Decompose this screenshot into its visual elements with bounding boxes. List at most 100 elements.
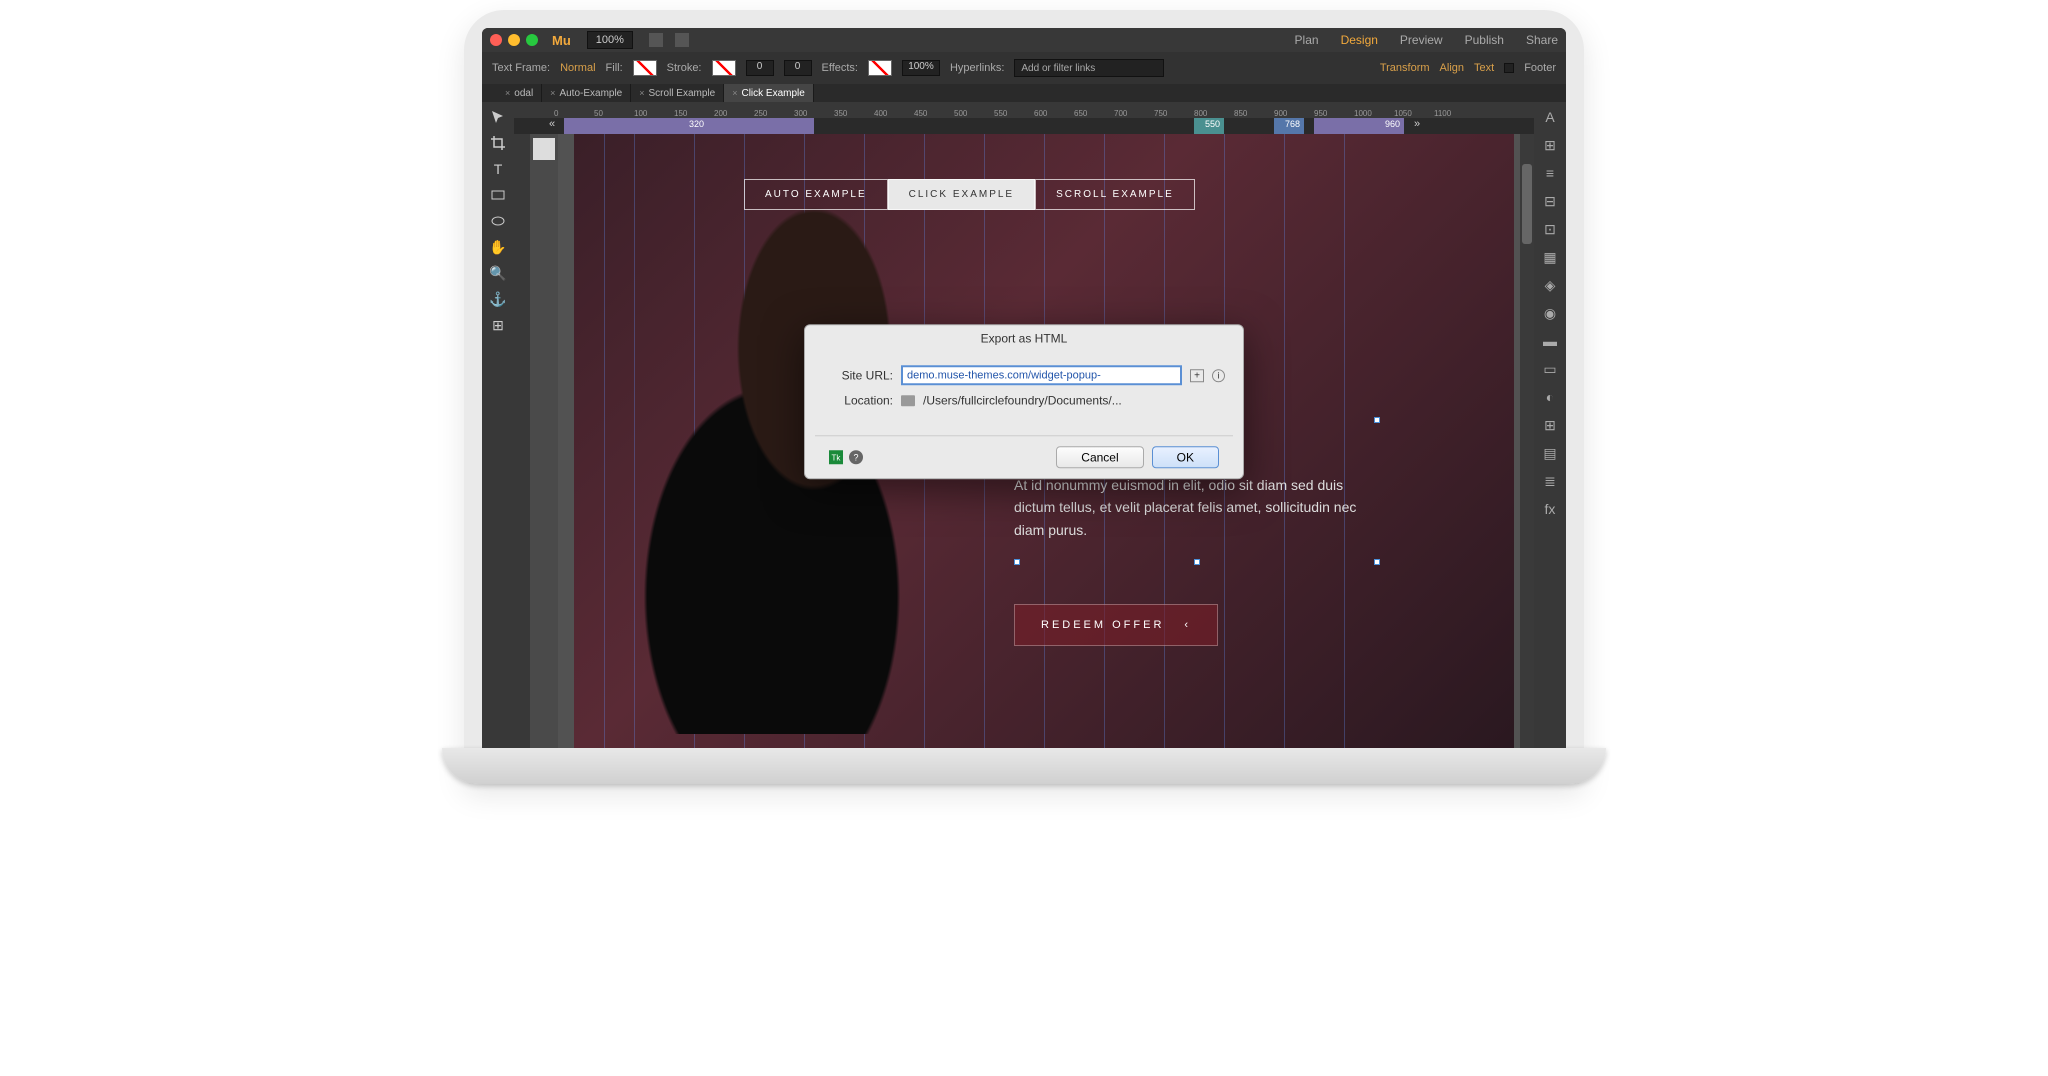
- zoom-dropdown[interactable]: 100%: [587, 31, 633, 49]
- dialog-title: Export as HTML: [805, 325, 1243, 351]
- nav-auto-example[interactable]: AUTO EXAMPLE: [744, 179, 888, 210]
- new-page-icon[interactable]: [649, 33, 663, 47]
- tab-scroll-example[interactable]: ×Scroll Example: [631, 84, 724, 102]
- scroll-effects-icon[interactable]: ≣: [1540, 471, 1560, 491]
- effects-panel-icon[interactable]: fx: [1540, 499, 1560, 519]
- help-icon[interactable]: ?: [849, 450, 863, 464]
- laptop-frame: Mu 100% Plan Design Preview Publish Shar…: [464, 10, 1584, 784]
- corner-radius-input[interactable]: 0: [784, 60, 812, 76]
- bp-label-320: 320: [689, 119, 704, 129]
- close-icon[interactable]: ×: [732, 88, 737, 98]
- anchor-tool[interactable]: ⚓: [488, 289, 508, 309]
- page-thumbnails: [530, 134, 558, 748]
- format-tool[interactable]: ⊞: [488, 315, 508, 335]
- library-panel-icon[interactable]: ▬: [1540, 331, 1560, 351]
- transform-panel-link[interactable]: Transform: [1380, 62, 1430, 74]
- nav-scroll-example[interactable]: SCROLL EXAMPLE: [1035, 179, 1195, 210]
- bp-next-icon[interactable]: »: [1409, 118, 1425, 134]
- layout-icon[interactable]: [675, 33, 689, 47]
- close-icon[interactable]: ×: [505, 88, 510, 98]
- bp-label-550: 550: [1205, 119, 1220, 129]
- ellipse-tool[interactable]: [488, 211, 508, 231]
- bp-prev-icon[interactable]: «: [544, 118, 560, 134]
- location-label: Location:: [823, 393, 893, 407]
- vertical-scrollbar[interactable]: [1520, 134, 1534, 748]
- window-minimize-button[interactable]: [508, 34, 520, 46]
- location-path[interactable]: /Users/fullcirclefoundry/Documents/...: [923, 393, 1122, 407]
- zoom-tool[interactable]: 🔍: [488, 263, 508, 283]
- hand-tool[interactable]: ✋: [488, 237, 508, 257]
- effects-swatch[interactable]: [868, 60, 892, 76]
- footer-label: Footer: [1524, 62, 1556, 74]
- selection-tool[interactable]: [488, 107, 508, 127]
- transform-panel-icon[interactable]: ⊞: [1540, 135, 1560, 155]
- text-panel-icon[interactable]: A: [1540, 107, 1560, 127]
- horizontal-ruler: 0501001502002503003504004505005506006507…: [514, 102, 1534, 118]
- fill-label: Fill:: [606, 62, 623, 74]
- example-nav: AUTO EXAMPLE CLICK EXAMPLE SCROLL EXAMPL…: [744, 179, 1195, 210]
- cancel-button[interactable]: Cancel: [1056, 446, 1143, 468]
- stroke-label: Stroke:: [667, 62, 702, 74]
- tab-modal[interactable]: ×odal: [497, 84, 542, 102]
- stroke-width-input[interactable]: 0: [746, 60, 774, 76]
- window-zoom-button[interactable]: [526, 34, 538, 46]
- tab-click-example[interactable]: ×Click Example: [724, 84, 814, 102]
- app-screen: Mu 100% Plan Design Preview Publish Shar…: [482, 28, 1566, 748]
- effects-label: Effects:: [822, 62, 858, 74]
- mode-plan[interactable]: Plan: [1295, 33, 1319, 47]
- info-icon[interactable]: i: [1212, 369, 1225, 382]
- site-url-input[interactable]: [901, 365, 1182, 385]
- fill-panel-icon[interactable]: ▤: [1540, 443, 1560, 463]
- layers-panel-icon[interactable]: ◈: [1540, 275, 1560, 295]
- mode-preview[interactable]: Preview: [1400, 33, 1443, 47]
- scroll-thumb[interactable]: [1522, 164, 1532, 244]
- assets-panel-icon[interactable]: ▦: [1540, 247, 1560, 267]
- vertical-ruler: [514, 134, 530, 748]
- laptop-base: [442, 748, 1606, 784]
- mode-design[interactable]: Design: [1341, 33, 1378, 47]
- mode-share[interactable]: Share: [1526, 33, 1558, 47]
- ok-button[interactable]: OK: [1152, 446, 1219, 468]
- breakpoint-bar[interactable]: « 320 550 768 960 »: [514, 118, 1534, 134]
- fill-swatch[interactable]: [633, 60, 657, 76]
- close-icon[interactable]: ×: [639, 88, 644, 98]
- bp-label-768: 768: [1285, 119, 1300, 129]
- stroke-swatch[interactable]: [712, 60, 736, 76]
- crop-tool[interactable]: [488, 133, 508, 153]
- body-text[interactable]: At id nonummy euismod in elit, odio sit …: [1014, 474, 1374, 541]
- add-url-icon[interactable]: +: [1190, 369, 1204, 382]
- wrap-panel-icon[interactable]: ⊡: [1540, 219, 1560, 239]
- bp-label-960: 960: [1385, 119, 1400, 129]
- nav-click-example[interactable]: CLICK EXAMPLE: [888, 179, 1035, 210]
- document-tabs: ×odal ×Auto-Example ×Scroll Example ×Cli…: [482, 84, 1566, 102]
- typekit-icon[interactable]: Tk: [829, 450, 843, 464]
- options-bar: Text Frame: Normal Fill: Stroke: 0 0 Eff…: [482, 52, 1566, 84]
- folder-icon[interactable]: [901, 395, 915, 406]
- chevron-left-icon: ‹: [1184, 619, 1191, 631]
- swatches-panel-icon[interactable]: ⊞: [1540, 415, 1560, 435]
- right-panels: A ⊞ ≡ ⊟ ⊡ ▦ ◈ ◉ ▬ ▭ ◐ ⊞ ▤ ≣ fx: [1534, 102, 1566, 748]
- align-panel-icon[interactable]: ≡: [1540, 163, 1560, 183]
- app-logo: Mu: [552, 33, 571, 48]
- hyperlinks-input[interactable]: Add or filter links: [1014, 59, 1164, 77]
- export-html-dialog: Export as HTML Site URL: + i Location: /…: [804, 324, 1244, 479]
- cta-button[interactable]: REDEEM OFFER‹: [1014, 604, 1218, 646]
- align-panel-link[interactable]: Align: [1440, 62, 1464, 74]
- workspace: T ✋ 🔍 ⚓ ⊞ 050100150200250300350400450500…: [482, 102, 1566, 748]
- window-close-button[interactable]: [490, 34, 502, 46]
- text-tool[interactable]: T: [488, 159, 508, 179]
- close-icon[interactable]: ×: [550, 88, 555, 98]
- rectangle-tool[interactable]: [488, 185, 508, 205]
- mode-publish[interactable]: Publish: [1465, 33, 1504, 47]
- spacing-panel-icon[interactable]: ⊟: [1540, 191, 1560, 211]
- widgets-panel-icon[interactable]: ▭: [1540, 359, 1560, 379]
- states-panel-icon[interactable]: ◐: [1540, 387, 1560, 407]
- footer-checkbox[interactable]: [1504, 63, 1514, 73]
- tab-auto-example[interactable]: ×Auto-Example: [542, 84, 631, 102]
- page-thumb[interactable]: [533, 138, 555, 160]
- cc-libraries-icon[interactable]: ◉: [1540, 303, 1560, 323]
- text-frame-value[interactable]: Normal: [560, 62, 595, 74]
- text-panel-link[interactable]: Text: [1474, 62, 1494, 74]
- effects-opacity-input[interactable]: 100%: [902, 60, 940, 76]
- tools-panel: T ✋ 🔍 ⚓ ⊞: [482, 102, 514, 748]
